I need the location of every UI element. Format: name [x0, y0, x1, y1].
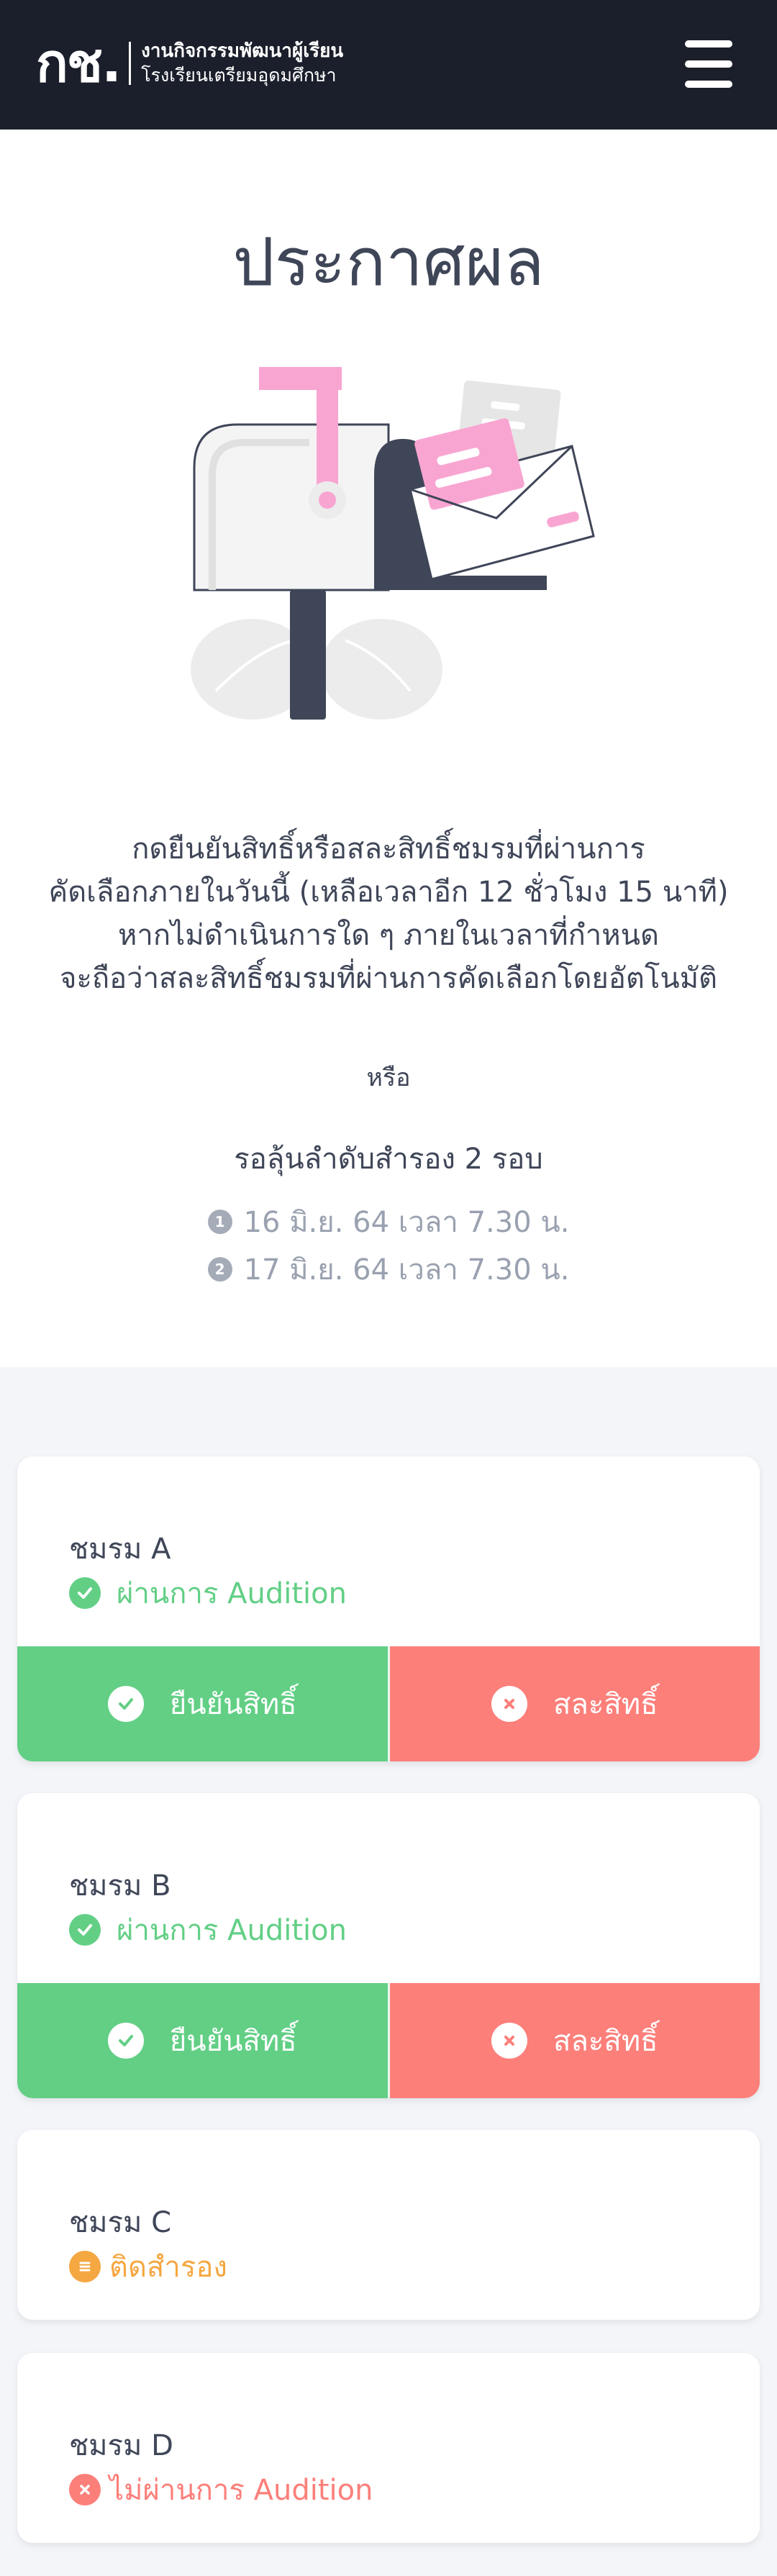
round-number-badge: 2 [207, 1257, 232, 1282]
status-passed: ผ่านการ Audition [69, 1907, 347, 1953]
status-passed: ผ่านการ Audition [69, 1570, 347, 1616]
page-title: ประกาศผล [232, 224, 545, 301]
waive-button[interactable]: สละสิทธิ์ [389, 1983, 760, 2098]
logo-line-2: โรงเรียนเตรียมอุดมศึกษา [141, 65, 337, 86]
status-failed: ไม่ผ่านการ Audition [69, 2467, 373, 2513]
waive-button[interactable]: สละสิทธิ์ [389, 1646, 760, 1761]
top-navbar: กช. งานกิจกรรมพัฒนาผู้เรียน โรงเรียนเตรี… [0, 0, 777, 130]
instructions-text: กดยืนยันสิทธิ์หรือสละสิทธิ์ชมรมที่ผ่านกา… [43, 827, 734, 1000]
check-circle-icon [107, 2023, 144, 2059]
round-date: 17 มิ.ย. 64 เวลา 7.30 น. [243, 1253, 570, 1287]
mailbox-illustration-icon [191, 367, 595, 720]
club-results-list: ชมรม A ผ่านการ Audition ยืนยันสิทธิ์ สละ… [0, 1367, 777, 2576]
waitlist-heading: รอลุ้นลำดับสำรอง 2 รอบ [234, 1143, 543, 1176]
club-card: ชมรม B ผ่านการ Audition ยืนยันสิทธิ์ สละ… [17, 1793, 760, 2098]
club-card: ชมรม D ไม่ผ่านการ Audition [17, 2353, 760, 2543]
waitlist-round: 1 16 มิ.ย. 64 เวลา 7.30 น. [0, 1199, 777, 1245]
card-actions: ยืนยันสิทธิ์ สละสิทธิ์ [17, 1646, 760, 1761]
club-name: ชมรม D [69, 2429, 173, 2462]
list-circle-icon [69, 2251, 101, 2282]
club-card: ชมรม A ผ่านการ Audition ยืนยันสิทธิ์ สละ… [17, 1456, 760, 1761]
waive-label: สละสิทธิ์ [553, 2025, 658, 2058]
instruction-line: คัดเลือกภายในวันนี้ (เหลือเวลาอีก 12 ชั่… [48, 876, 729, 909]
instruction-line: หากไม่ดำเนินการใด ๆ ภายในเวลาที่กำหนด [118, 919, 659, 952]
logo-divider [129, 42, 132, 85]
x-circle-icon [491, 1686, 527, 1722]
logo-text: งานกิจกรรมพัฒนาผู้เรียน โรงเรียนเตรียมอุ… [141, 39, 343, 88]
confirm-label: ยืนยันสิทธิ์ [169, 2025, 297, 2058]
status-reserve: ติดสำรอง [69, 2244, 227, 2290]
instruction-line: จะถือว่าสละสิทธิ์ชมรมที่ผ่านการคัดเลือกโ… [59, 962, 718, 995]
logo-line-1: งานกิจกรรมพัฒนาผู้เรียน [141, 40, 344, 62]
club-name: ชมรม A [69, 1533, 171, 1566]
x-circle-icon [491, 2023, 527, 2059]
waitlist-round: 2 17 มิ.ย. 64 เวลา 7.30 น. [0, 1246, 777, 1292]
round-number-badge: 1 [207, 1210, 232, 1234]
or-label: หรือ [366, 1063, 411, 1092]
club-name: ชมรม C [69, 2206, 172, 2239]
round-date: 16 มิ.ย. 64 เวลา 7.30 น. [243, 1206, 570, 1239]
x-circle-icon [69, 2474, 101, 2505]
status-text: ติดสำรอง [109, 2251, 227, 2284]
status-text: ไม่ผ่านการ Audition [109, 2474, 373, 2507]
confirm-button[interactable]: ยืนยันสิทธิ์ [17, 1646, 390, 1761]
site-logo[interactable]: กช. งานกิจกรรมพัฒนาผู้เรียน โรงเรียนเตรี… [36, 35, 343, 92]
instruction-line: กดยืนยันสิทธิ์หรือสละสิทธิ์ชมรมที่ผ่านกา… [132, 833, 645, 866]
waive-label: สละสิทธิ์ [553, 1688, 658, 1721]
check-circle-icon [69, 1577, 101, 1609]
status-text: ผ่านการ Audition [117, 1914, 347, 1947]
confirm-button[interactable]: ยืนยันสิทธิ์ [17, 1983, 390, 2098]
status-text: ผ่านการ Audition [117, 1577, 347, 1610]
card-actions: ยืนยันสิทธิ์ สละสิทธิ์ [17, 1983, 760, 2098]
club-name: ชมรม B [69, 1869, 171, 1902]
confirm-label: ยืนยันสิทธิ์ [169, 1688, 297, 1721]
hamburger-menu-icon[interactable] [678, 36, 740, 94]
check-circle-icon [107, 1686, 144, 1722]
check-circle-icon [69, 1914, 101, 1946]
club-card: ชมรม C ติดสำรอง [17, 2130, 760, 2320]
logo-mark: กช. [36, 32, 122, 94]
